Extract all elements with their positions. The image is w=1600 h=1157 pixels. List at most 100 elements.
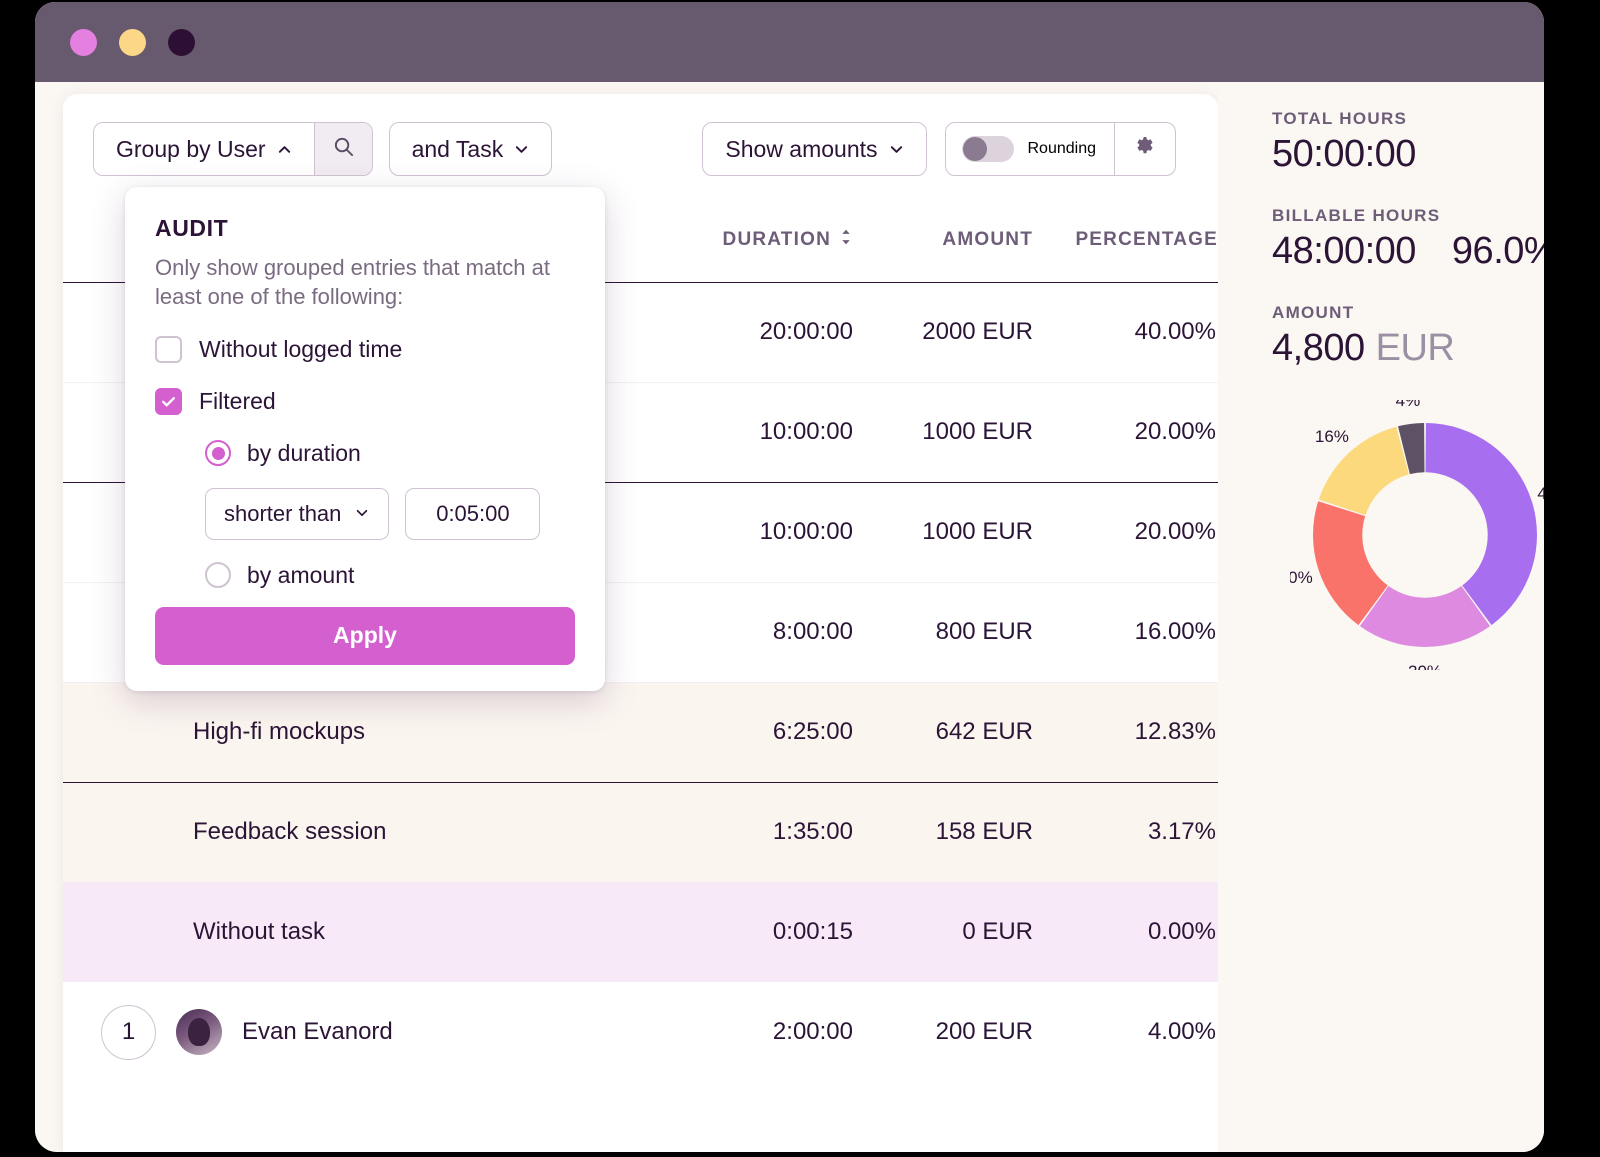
gear-icon xyxy=(1133,135,1157,164)
row-label-cell: Feedback session xyxy=(63,782,643,882)
duration-filter-controls: shorter than 0:05:00 xyxy=(205,488,575,540)
row-amount: 2000 EUR xyxy=(853,282,1033,382)
by-duration-radio[interactable] xyxy=(205,440,231,466)
table-row[interactable]: Feedback session1:35:00158 EUR3.17% xyxy=(63,782,1218,882)
comparator-select[interactable]: shorter than xyxy=(205,488,389,540)
table-row[interactable]: Without task0:00:150 EUR0.00% xyxy=(63,882,1218,982)
without-logged-time-checkbox[interactable] xyxy=(155,336,182,363)
row-percentage: 16.00% xyxy=(1033,582,1218,682)
and-task-label: and Task xyxy=(412,136,504,163)
donut-svg: 40%20%20%16%4% xyxy=(1290,400,1544,670)
filtered-label: Filtered xyxy=(199,388,276,415)
window-close-button[interactable] xyxy=(70,29,97,56)
duration-value-input[interactable]: 0:05:00 xyxy=(405,488,540,540)
total-hours-value: 50:00:00 xyxy=(1272,133,1544,176)
amount-currency: EUR xyxy=(1376,327,1455,370)
search-button[interactable] xyxy=(314,123,372,175)
rounding-switch[interactable] xyxy=(962,136,1014,162)
comparator-value: shorter than xyxy=(224,501,341,527)
avatar xyxy=(176,1009,222,1055)
column-header-duration[interactable]: DURATION xyxy=(643,198,853,282)
row-percentage: 3.17% xyxy=(1033,782,1218,882)
donut-slice-label: 20% xyxy=(1290,568,1313,587)
search-icon xyxy=(332,135,355,164)
row-percentage: 20.00% xyxy=(1033,482,1218,582)
without-logged-time-option[interactable]: Without logged time xyxy=(155,336,575,363)
amount-stat: AMOUNT 4,800 EUR xyxy=(1272,303,1544,370)
filtered-option[interactable]: Filtered xyxy=(155,388,575,415)
billable-hours-label: BILLABLE HOURS xyxy=(1272,206,1544,226)
filtered-checkbox[interactable] xyxy=(155,388,182,415)
row-amount: 1000 EUR xyxy=(853,482,1033,582)
row-percentage: 12.83% xyxy=(1033,682,1218,782)
row-amount: 158 EUR xyxy=(853,782,1033,882)
row-percentage: 0.00% xyxy=(1033,882,1218,982)
audit-title: AUDIT xyxy=(155,215,575,242)
total-hours-label: TOTAL HOURS xyxy=(1272,109,1544,129)
rounding-control: Rounding xyxy=(945,122,1177,176)
duration-value-text: 0:05:00 xyxy=(436,501,509,527)
group-by-user-label: Group by User xyxy=(116,136,266,163)
row-label-cell: Without task xyxy=(63,882,643,982)
by-amount-label: by amount xyxy=(247,562,354,589)
column-header-percentage[interactable]: PERCENTAGE xyxy=(1033,198,1218,282)
amount-donut-chart: 40%20%20%16%4% xyxy=(1290,400,1544,670)
sort-updown-icon[interactable] xyxy=(839,228,853,252)
amount-value: 4,800 xyxy=(1272,327,1365,370)
donut-slice-label: 40% xyxy=(1537,484,1544,503)
table-row[interactable]: 1 Evan Evanord 2:00:00200 EUR4.00% xyxy=(63,982,1218,1082)
billable-hours-value: 48:00:00 xyxy=(1272,230,1416,273)
row-percentage: 40.00% xyxy=(1033,282,1218,382)
billable-hours-percent: 96.0% xyxy=(1452,230,1544,273)
window-maximize-button[interactable] xyxy=(168,29,195,56)
row-duration: 8:00:00 xyxy=(643,582,853,682)
chevron-up-icon xyxy=(277,142,292,157)
audit-popover: AUDIT Only show grouped entries that mat… xyxy=(125,187,605,691)
by-duration-label: by duration xyxy=(247,440,361,467)
row-percentage: 20.00% xyxy=(1033,382,1218,482)
chevron-down-icon xyxy=(514,142,529,157)
and-task-button[interactable]: and Task xyxy=(390,123,552,175)
group-by-user-button[interactable]: Group by User xyxy=(94,123,314,175)
by-amount-option[interactable]: by amount xyxy=(205,562,575,589)
audit-subtitle: Only show grouped entries that match at … xyxy=(155,253,575,312)
rounding-settings-button[interactable] xyxy=(1114,123,1175,175)
apply-button[interactable]: Apply xyxy=(155,607,575,665)
row-duration: 10:00:00 xyxy=(643,482,853,582)
chevron-down-icon xyxy=(355,506,370,521)
by-duration-option[interactable]: by duration xyxy=(205,440,575,467)
row-percentage: 4.00% xyxy=(1033,982,1218,1082)
row-duration: 10:00:00 xyxy=(643,382,853,482)
show-amounts-button[interactable]: Show amounts xyxy=(703,123,925,175)
table-row[interactable]: High-fi mockups6:25:00642 EUR12.83% xyxy=(63,682,1218,782)
row-amount: 200 EUR xyxy=(853,982,1033,1082)
rounding-toggle[interactable]: Rounding xyxy=(946,123,1115,175)
rounding-label: Rounding xyxy=(1028,140,1097,158)
donut-slice[interactable] xyxy=(1426,423,1537,625)
row-duration: 2:00:00 xyxy=(643,982,853,1082)
row-duration: 20:00:00 xyxy=(643,282,853,382)
row-index-badge: 1 xyxy=(101,1005,156,1060)
show-amounts-label: Show amounts xyxy=(725,136,877,163)
by-amount-radio[interactable] xyxy=(205,562,231,588)
report-toolbar: Group by User and Task xyxy=(63,94,1218,198)
donut-slice-label: 20% xyxy=(1408,662,1442,670)
billable-hours-stat: BILLABLE HOURS 48:00:00 96.0% xyxy=(1272,206,1544,273)
row-amount: 800 EUR xyxy=(853,582,1033,682)
total-hours-stat: TOTAL HOURS 50:00:00 xyxy=(1272,109,1544,176)
group-by-control: Group by User xyxy=(93,122,373,176)
summary-sidebar: TOTAL HOURS 50:00:00 BILLABLE HOURS 48:0… xyxy=(1218,94,1544,1152)
amount-label: AMOUNT xyxy=(1272,303,1544,323)
window-titlebar xyxy=(35,2,1544,82)
row-duration: 0:00:15 xyxy=(643,882,853,982)
window-minimize-button[interactable] xyxy=(119,29,146,56)
and-task-control[interactable]: and Task xyxy=(389,122,553,176)
row-duration: 6:25:00 xyxy=(643,682,853,782)
row-label: Evan Evanord xyxy=(242,1018,393,1046)
donut-slice-label: 16% xyxy=(1315,427,1349,446)
column-header-amount[interactable]: AMOUNT xyxy=(853,198,1033,282)
app-body: Group by User and Task xyxy=(35,82,1544,1152)
app-window: Group by User and Task xyxy=(35,2,1544,1152)
show-amounts-control[interactable]: Show amounts xyxy=(702,122,926,176)
row-duration: 1:35:00 xyxy=(643,782,853,882)
